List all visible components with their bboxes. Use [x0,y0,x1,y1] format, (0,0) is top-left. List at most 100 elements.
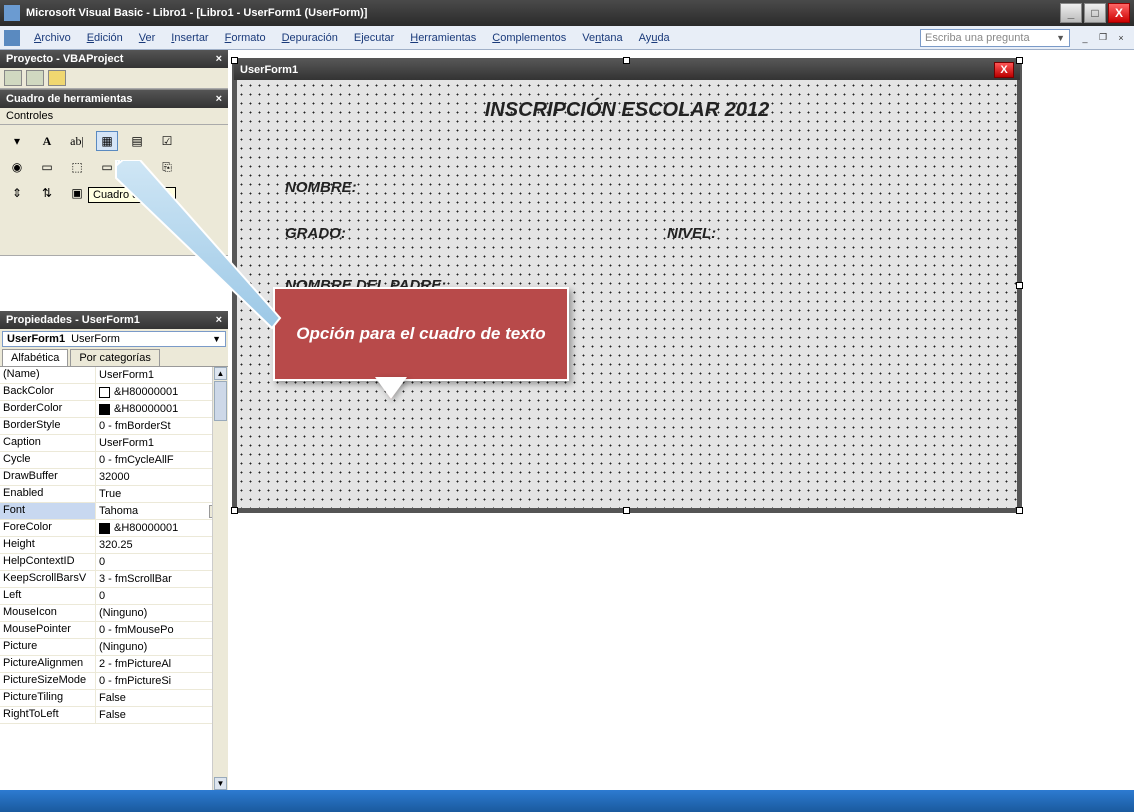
property-row[interactable]: Height320.25 [0,537,228,554]
maximize-button[interactable]: □ [1084,3,1106,23]
menu-ver[interactable]: Ver [131,30,164,46]
close-icon[interactable]: × [216,314,222,326]
property-row[interactable]: KeepScrollBarsV3 - fmScrollBar [0,571,228,588]
tabstrip-tool-icon[interactable]: ⎕ [126,157,148,177]
property-value[interactable]: 0 [96,588,228,604]
property-row[interactable]: PictureTilingFalse [0,690,228,707]
property-value[interactable]: 0 - fmPictureSi [96,673,228,689]
menu-archivo[interactable]: Archivo [26,30,79,46]
property-row[interactable]: Left0 [0,588,228,605]
resize-handle[interactable] [231,57,238,64]
multipage-tool-icon[interactable]: ⎘ [156,157,178,177]
property-row[interactable]: ForeColor&H80000001 [0,520,228,537]
property-row[interactable]: BorderStyle0 - fmBorderSt [0,418,228,435]
help-search-input[interactable]: Escriba una pregunta ▼ [920,29,1070,47]
property-value[interactable]: 3 - fmScrollBar [96,571,228,587]
view-object-icon[interactable] [26,70,44,86]
resize-handle[interactable] [1016,282,1023,289]
resize-handle[interactable] [1016,57,1023,64]
property-value[interactable]: False [96,707,228,723]
property-row[interactable]: Picture(Ninguno) [0,639,228,656]
property-value[interactable]: False [96,690,228,706]
menu-herramientas[interactable]: Herramientas [402,30,484,46]
property-value[interactable]: 0 - fmMousePo [96,622,228,638]
close-icon[interactable]: × [216,53,222,65]
property-value[interactable]: 0 - fmBorderSt [96,418,228,434]
tab-alfabetica[interactable]: Alfabética [2,349,68,366]
mdi-restore[interactable]: ❐ [1095,31,1111,45]
menu-ayuda[interactable]: Ayuda [631,30,678,46]
property-value[interactable]: 0 [96,554,228,570]
close-button[interactable]: X [1108,3,1130,23]
frame-tool-icon[interactable]: ⬚ [66,157,88,177]
scroll-down-icon[interactable]: ▼ [214,777,227,790]
property-value[interactable]: UserForm1 [96,367,228,383]
checkbox-tool-icon[interactable]: ☑ [156,131,178,151]
optionbutton-tool-icon[interactable]: ◉ [6,157,28,177]
property-value[interactable]: 32000 [96,469,228,485]
property-value[interactable]: UserForm1 [96,435,228,451]
scroll-thumb[interactable] [214,381,227,421]
menu-formato[interactable]: Formato [217,30,274,46]
togglebutton-tool-icon[interactable]: ▭ [36,157,58,177]
property-row[interactable]: FontTahoma... [0,503,228,520]
scrollbar[interactable]: ▲ ▼ [212,367,228,790]
resize-handle[interactable] [623,507,630,514]
label-tool-icon[interactable]: A [36,131,58,151]
property-value[interactable]: (Ninguno) [96,639,228,655]
properties-object-selector[interactable]: UserForm1 UserForm ▼ [2,331,226,347]
commandbutton-tool-icon[interactable]: ▭ [96,157,118,177]
property-value[interactable]: (Ninguno) [96,605,228,621]
image-tool-icon[interactable]: ▣ [66,183,88,203]
menu-complementos[interactable]: Complementos [484,30,574,46]
spinbutton-tool-icon[interactable]: ⇅ [36,183,58,203]
property-row[interactable]: MousePointer0 - fmMousePo [0,622,228,639]
scrollbar-tool-icon[interactable]: ⇕ [6,183,28,203]
menu-ventana[interactable]: Ventana [574,30,630,46]
property-row[interactable]: RightToLeftFalse [0,707,228,724]
resize-handle[interactable] [623,57,630,64]
resize-handle[interactable] [231,282,238,289]
tab-categorias[interactable]: Por categorías [70,349,160,366]
listbox-tool-icon[interactable]: ▤ [126,131,148,151]
property-value[interactable]: 320.25 [96,537,228,553]
property-value[interactable]: 2 - fmPictureAl [96,656,228,672]
resize-handle[interactable] [231,507,238,514]
property-row[interactable]: EnabledTrue [0,486,228,503]
property-row[interactable]: BorderColor&H80000001 [0,401,228,418]
property-row[interactable]: (Name)UserForm1 [0,367,228,384]
property-row[interactable]: HelpContextID0 [0,554,228,571]
property-value[interactable]: &H80000001 [96,384,228,400]
property-value[interactable]: Tahoma... [96,503,228,519]
userform-canvas[interactable]: UserForm1 X INSCRIPCIÓN ESCOLAR 2012 NOM… [232,58,1022,513]
properties-grid[interactable]: ▲ ▼ (Name)UserForm1BackColor&H80000001Bo… [0,366,228,790]
property-row[interactable]: PictureAlignmen2 - fmPictureAl [0,656,228,673]
minimize-button[interactable]: _ [1060,3,1082,23]
mdi-close[interactable]: × [1113,31,1129,45]
property-value[interactable]: 0 - fmCycleAllF [96,452,228,468]
folder-icon[interactable] [48,70,66,86]
mdi-minimize[interactable]: _ [1077,31,1093,45]
pointer-tool-icon[interactable]: ▾ [6,131,28,151]
form-designer[interactable]: UserForm1 X INSCRIPCIÓN ESCOLAR 2012 NOM… [228,50,1134,790]
property-row[interactable]: DrawBuffer32000 [0,469,228,486]
toolbox-tab-controles[interactable]: Controles [0,108,228,125]
textbox-tool-icon[interactable]: ab| [66,131,88,151]
property-value[interactable]: &H80000001 [96,520,228,536]
scroll-up-icon[interactable]: ▲ [214,367,227,380]
view-code-icon[interactable] [4,70,22,86]
menu-ejecutar[interactable]: Ejecutar [346,30,402,46]
menu-insertar[interactable]: Insertar [163,30,216,46]
resize-handle[interactable] [1016,507,1023,514]
property-row[interactable]: Cycle0 - fmCycleAllF [0,452,228,469]
userform-close-icon[interactable]: X [994,62,1014,78]
menu-depuracion[interactable]: Depuración [274,30,346,46]
property-value[interactable]: &H80000001 [96,401,228,417]
property-row[interactable]: BackColor&H80000001 [0,384,228,401]
property-row[interactable]: PictureSizeMode0 - fmPictureSi [0,673,228,690]
property-row[interactable]: MouseIcon(Ninguno) [0,605,228,622]
close-icon[interactable]: × [216,93,222,105]
property-row[interactable]: CaptionUserForm1 [0,435,228,452]
combobox-tool-icon[interactable]: ▦ [96,131,118,151]
menu-edicion[interactable]: Edición [79,30,131,46]
